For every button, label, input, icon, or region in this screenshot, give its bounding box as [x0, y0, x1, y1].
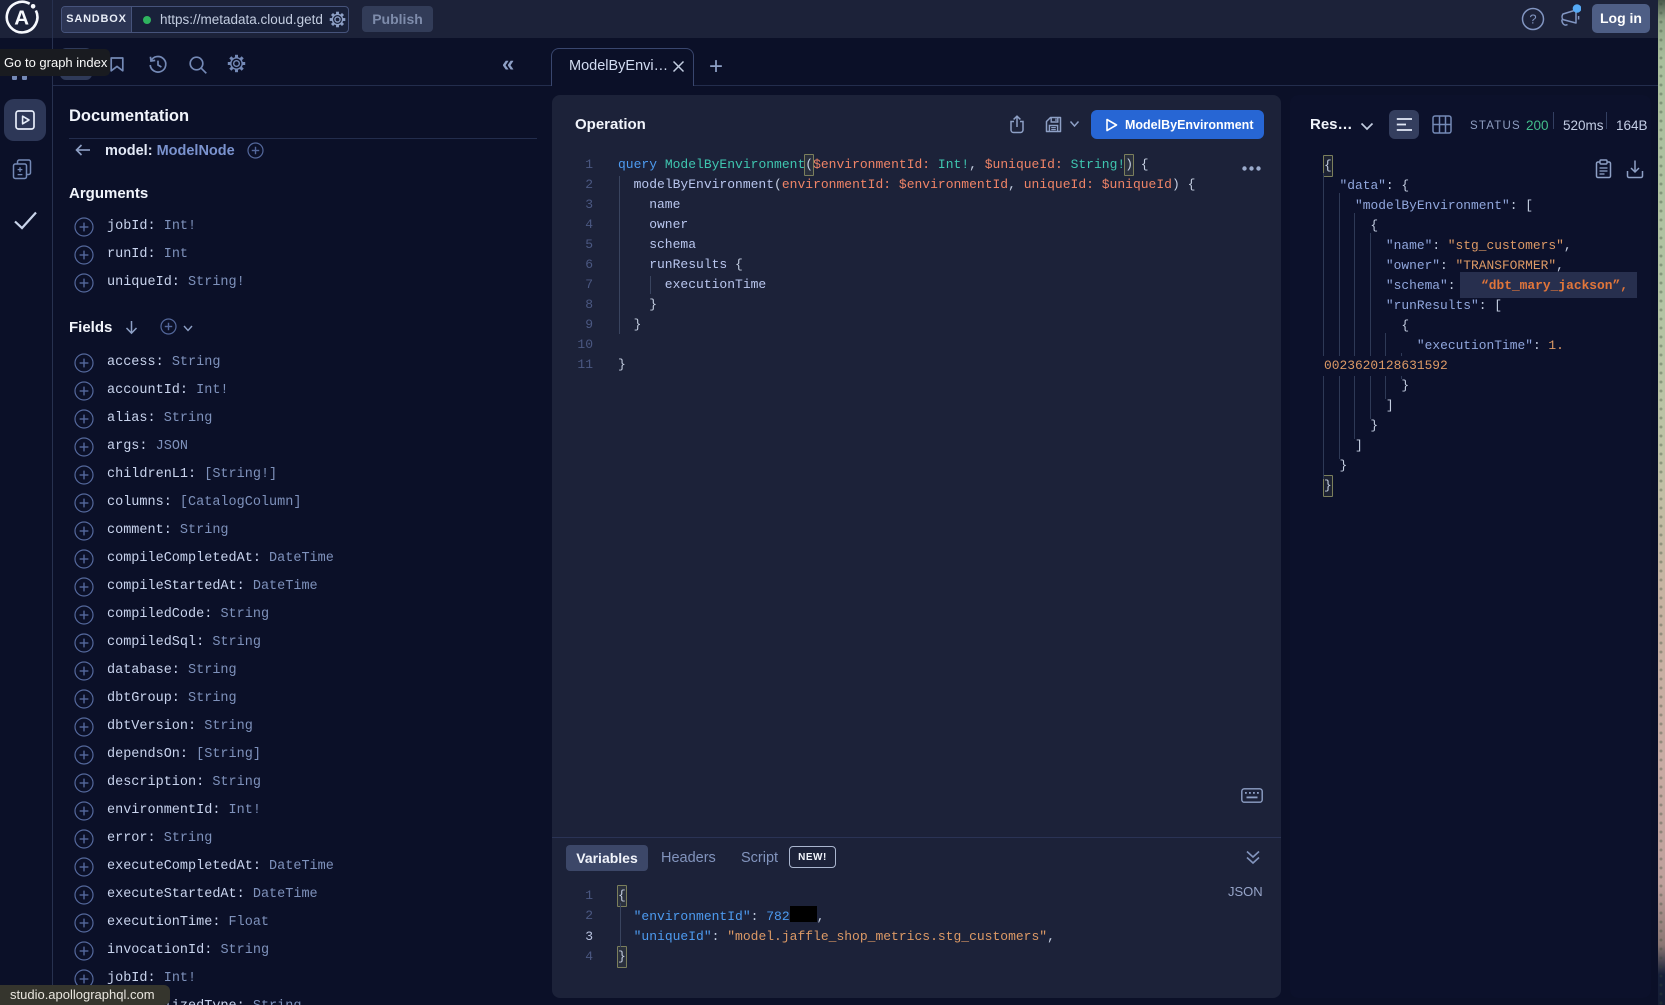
svg-text:A: A	[14, 7, 29, 30]
svg-text:?: ?	[1529, 12, 1536, 27]
